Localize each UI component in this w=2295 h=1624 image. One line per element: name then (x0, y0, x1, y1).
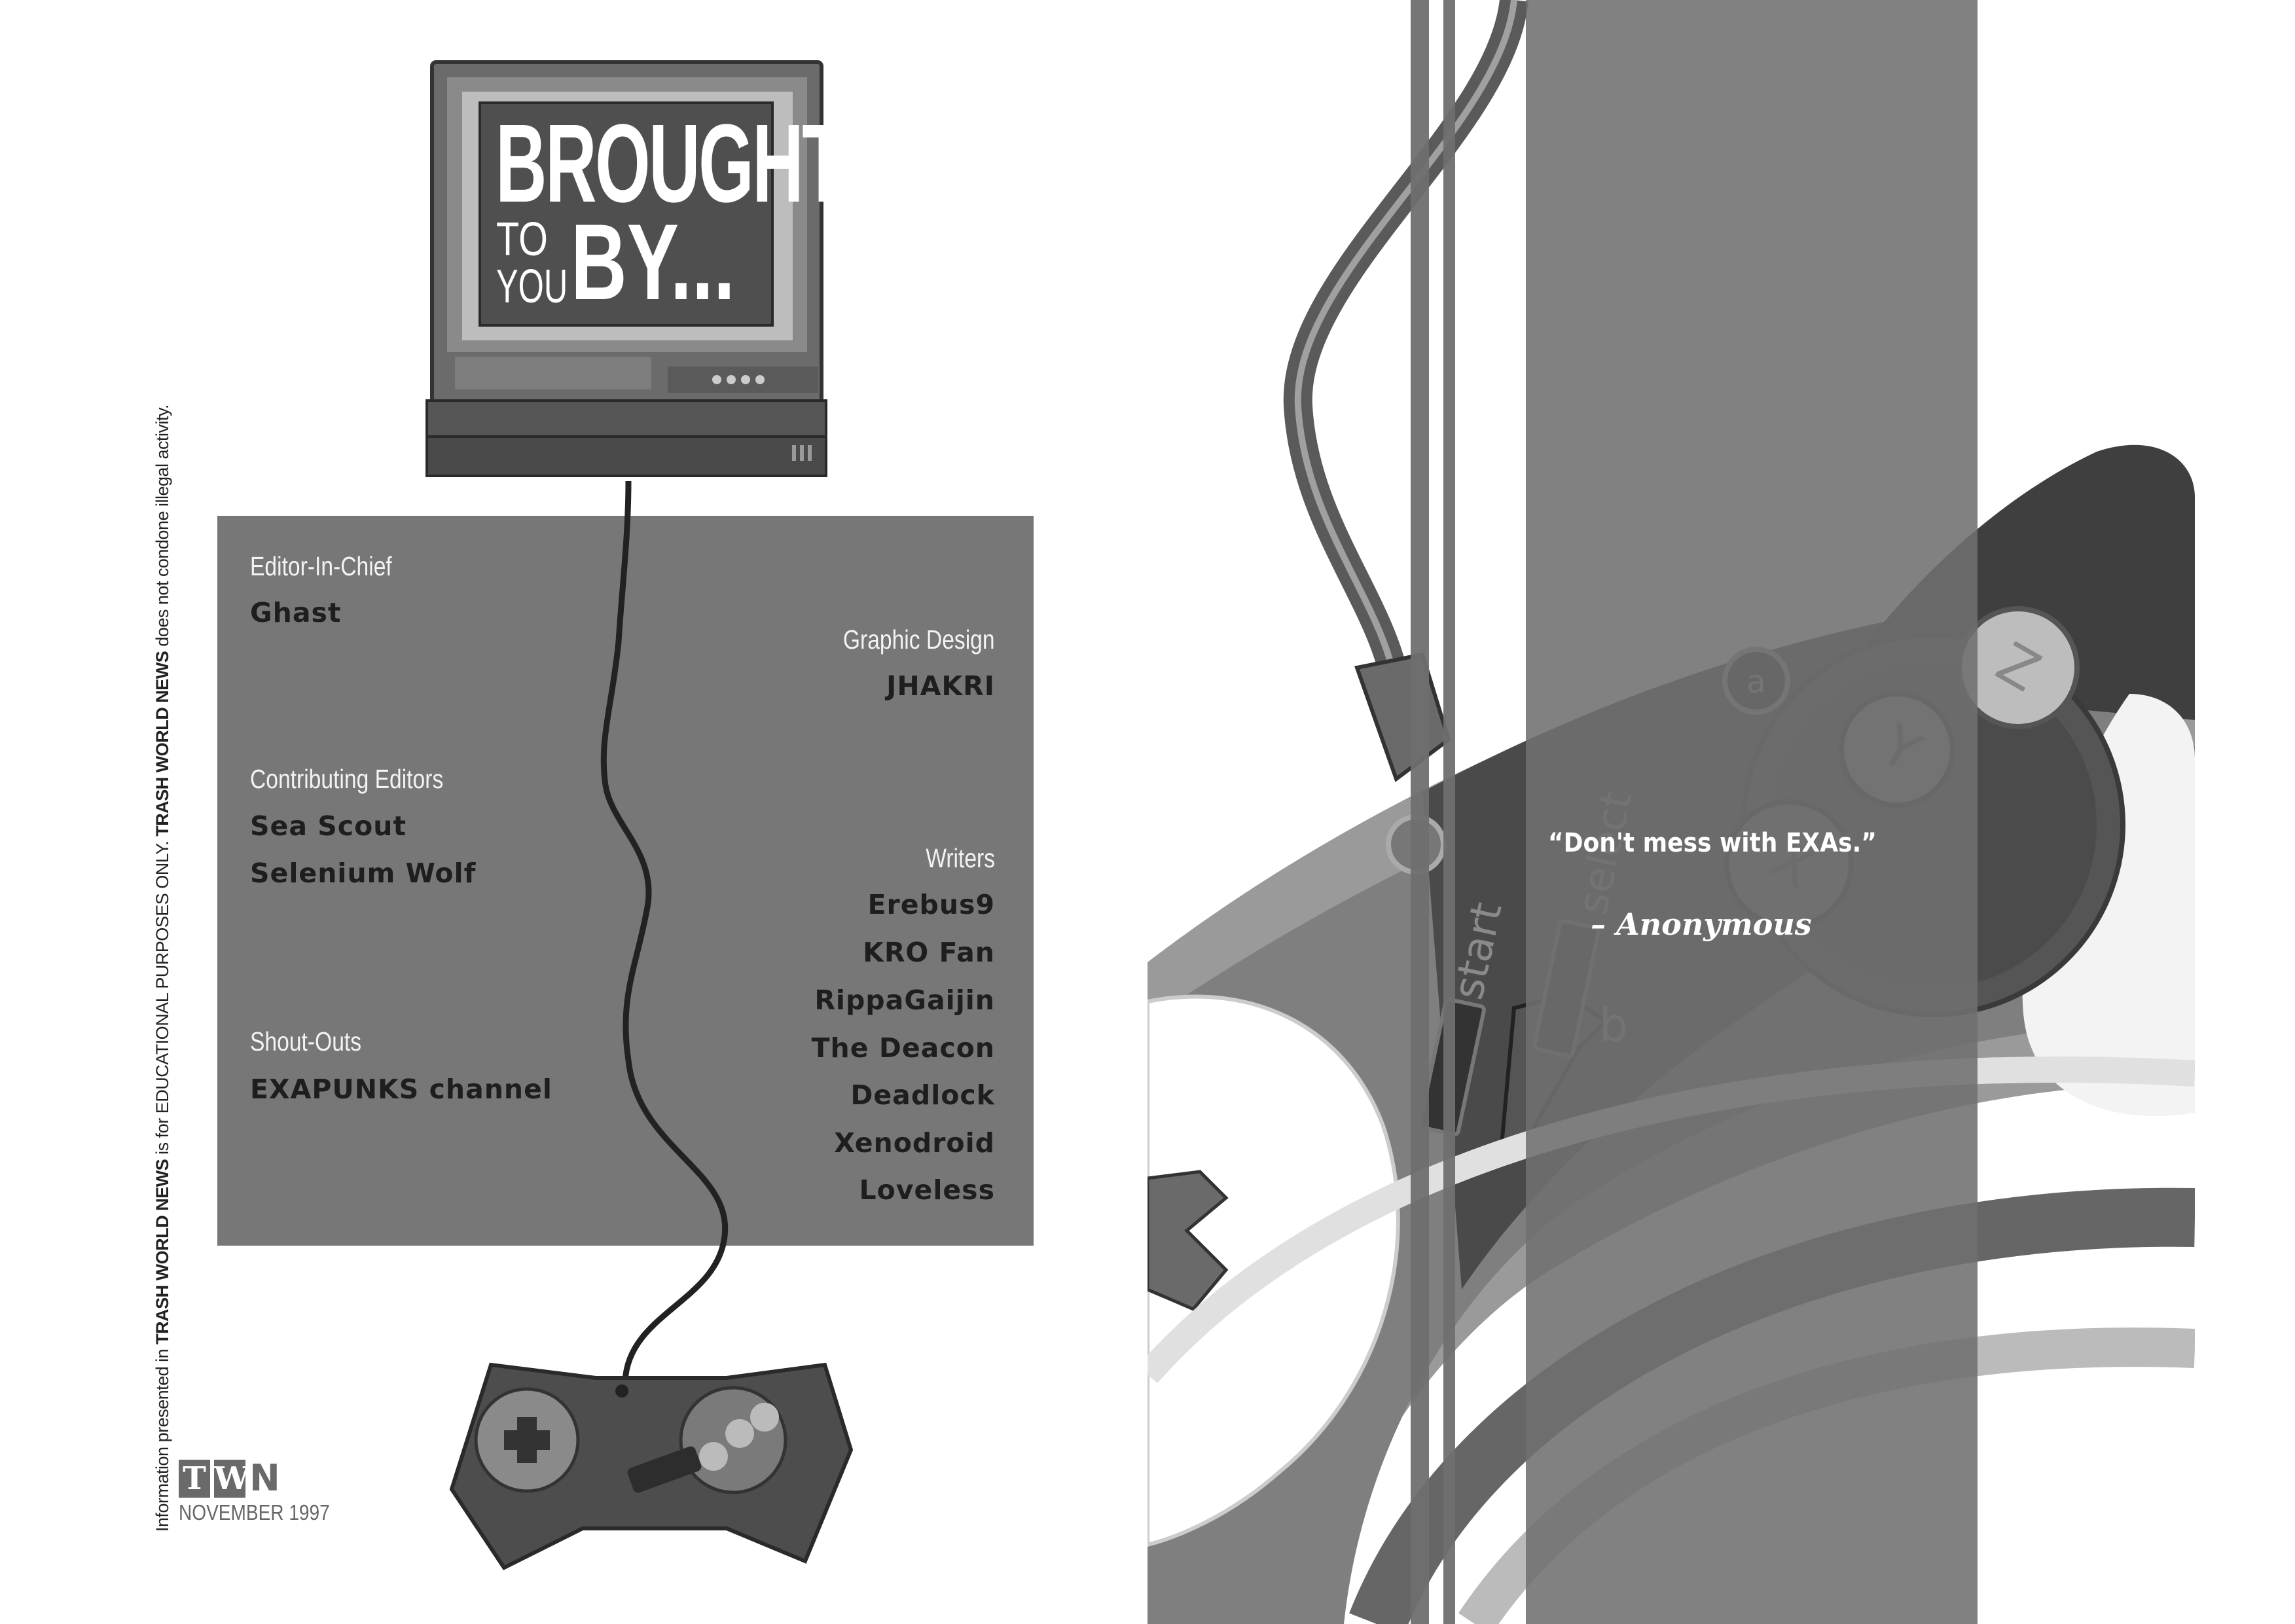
editor-in-chief-label: Editor-In-Chief (250, 551, 392, 581)
graphic-design-name: JHAKRI (886, 670, 995, 702)
issue-date: NOVEMBER 1997 (179, 1500, 330, 1525)
console-base (425, 399, 827, 438)
controller-artwork: a Y Z X b start select (1148, 0, 2195, 1624)
writer-name: Loveless (859, 1174, 995, 1206)
stripe-thin-1 (1411, 0, 1429, 1624)
contributing-editors-label: Contributing Editors (250, 764, 444, 794)
writer-name: RippaGaijin (814, 984, 995, 1016)
controller-cable (600, 480, 729, 1382)
small-controller (449, 1362, 854, 1570)
shout-outs-label: Shout-Outs (250, 1026, 362, 1056)
tv-title: BROUGHT TO YOU BY... (492, 108, 846, 322)
writer-name: Deadlock (850, 1079, 995, 1111)
controller-cable-large (1283, 0, 1528, 690)
legal-disclaimer: Information presented in TRASH WORLD NEW… (153, 404, 172, 1532)
brand-name: TRASH WORLD NEWS (153, 1159, 172, 1344)
stripe-thin-2 (1443, 0, 1455, 1624)
logo-letter-t: T (179, 1460, 210, 1498)
brand-name: TRASH WORLD NEWS (153, 651, 172, 837)
writer-name: Erebus9 (867, 889, 995, 920)
tv-title-by: BY... (571, 202, 735, 322)
quote-author: – Anonymous (1591, 907, 1812, 942)
graphic-design-label: Graphic Design (843, 624, 995, 655)
stripe-wide (1526, 0, 1978, 1624)
writers-label: Writers (926, 843, 995, 873)
contributing-editor-name: Selenium Wolf (250, 857, 477, 889)
shout-out-name: EXAPUNKS channel (250, 1074, 552, 1105)
contributing-editor-name: Sea Scout (250, 810, 407, 842)
editor-in-chief-name: Ghast (250, 597, 342, 628)
pull-quote: “Don't mess with EXAs.” (1548, 828, 1877, 858)
twn-logo: T WN (179, 1460, 280, 1498)
tv-title-you: YOU (496, 261, 568, 313)
logo-letter-w: W (214, 1460, 249, 1498)
tv-title-to: TO (496, 213, 548, 266)
writer-name: KRO Fan (863, 937, 995, 968)
logo-letter-n: N (249, 1457, 280, 1500)
writer-name: The Deacon (811, 1032, 995, 1064)
writer-name: Xenodroid (834, 1127, 995, 1159)
